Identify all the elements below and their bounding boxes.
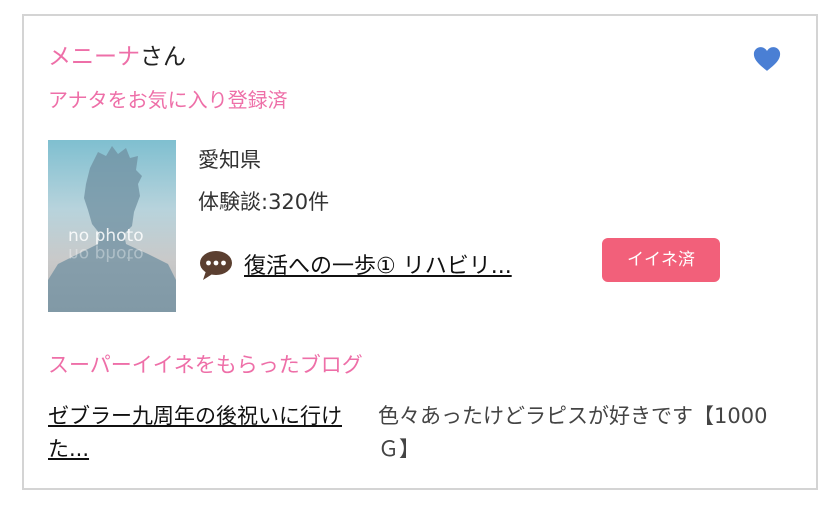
super-like-comment: 色々あったけどラピスが好きです【1000Ｇ】 [378,404,768,461]
username-link[interactable]: メニーナ [48,44,140,70]
heart-icon[interactable] [752,44,782,74]
favorite-status: アナタをお気に入り登録済 [48,88,288,112]
honorific: さん [140,44,186,70]
latest-blog-link[interactable]: 復活への一歩① リハビリ... [244,248,512,280]
avatar[interactable]: no photo no photo [48,140,176,312]
user-card: メニーナさん アナタをお気に入り登録済 no photo no photo 愛知… [22,14,818,490]
chat-bubble-icon [200,251,232,280]
like-done-badge[interactable]: イイネ済 [602,238,720,282]
no-photo-reflection: no photo [68,244,144,264]
username-row: メニーナさん [48,42,186,72]
prefecture: 愛知県 [198,148,261,172]
experience-count: 体験談:320件 [198,190,330,214]
super-like-section-title: スーパーイイネをもらったブログ [48,353,363,377]
no-photo-label: no photo [68,226,144,246]
super-like-blog-link[interactable]: ゼブラー九周年の後祝いに行けた... [48,400,368,466]
